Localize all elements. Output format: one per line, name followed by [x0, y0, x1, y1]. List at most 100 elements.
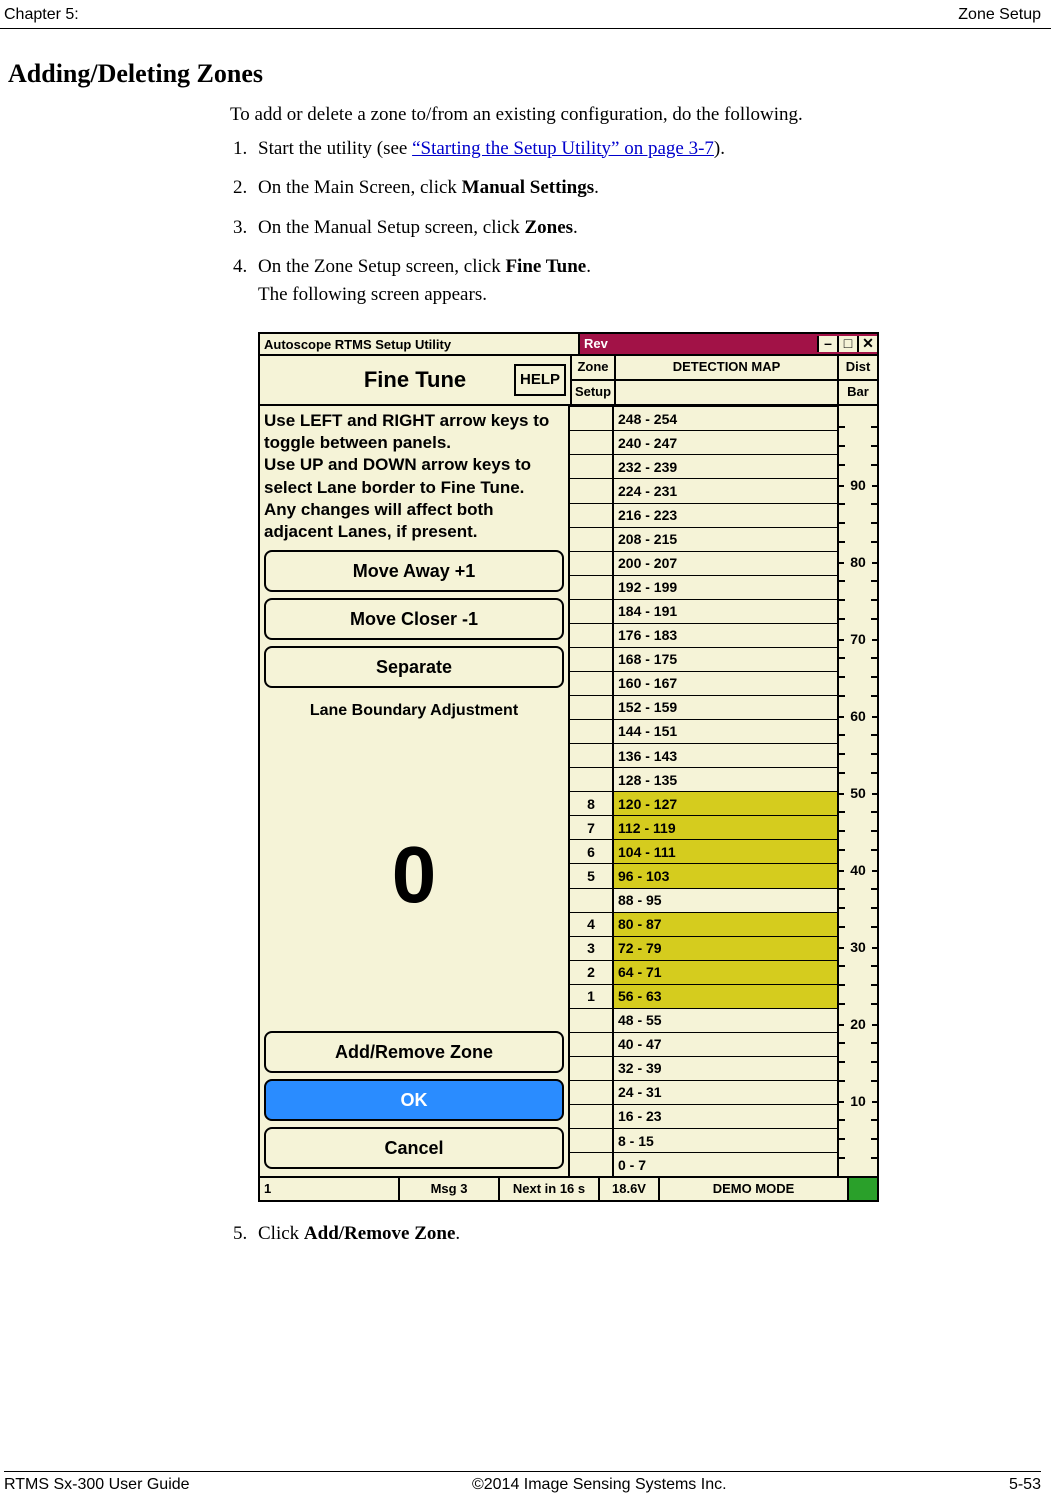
status-indicator-icon: [849, 1178, 877, 1200]
range-cell[interactable]: 96 - 103: [614, 863, 837, 887]
range-cell[interactable]: 192 - 199: [614, 575, 837, 599]
zone-cell: 6: [570, 839, 612, 863]
range-cell[interactable]: 136 - 143: [614, 743, 837, 767]
range-cell[interactable]: 216 - 223: [614, 503, 837, 527]
lba-label: Lane Boundary Adjustment: [264, 699, 564, 722]
range-cell[interactable]: 0 - 7: [614, 1152, 837, 1176]
footer-left: RTMS Sx-300 User Guide: [4, 1476, 190, 1494]
zone-cell: [570, 623, 612, 647]
minimize-icon[interactable]: –: [817, 336, 837, 352]
cancel-button[interactable]: Cancel: [264, 1127, 564, 1169]
zone-cell: [570, 743, 612, 767]
zone-cell: [570, 454, 612, 478]
zone-cell: 4: [570, 912, 612, 936]
page-footer: RTMS Sx-300 User Guide ©2014 Image Sensi…: [4, 1471, 1041, 1494]
range-cell[interactable]: 8 - 15: [614, 1128, 837, 1152]
detection-map-header: DETECTION MAP: [616, 356, 837, 381]
range-cell[interactable]: 168 - 175: [614, 647, 837, 671]
range-cell[interactable]: 144 - 151: [614, 719, 837, 743]
window-title: Autoscope RTMS Setup Utility: [260, 334, 580, 356]
move-closer-button[interactable]: Move Closer -1: [264, 598, 564, 640]
zone-cell: 7: [570, 815, 612, 839]
range-cell[interactable]: 56 - 63: [614, 984, 837, 1008]
maximize-icon[interactable]: □: [837, 336, 857, 352]
range-cell[interactable]: 16 - 23: [614, 1104, 837, 1128]
zone-cell: 8: [570, 791, 612, 815]
range-cell[interactable]: 224 - 231: [614, 478, 837, 502]
zone-cell: [570, 575, 612, 599]
step-1: Start the utility (see “Starting the Set…: [252, 135, 1011, 163]
dist-tick: 70: [839, 629, 877, 649]
range-cell[interactable]: 232 - 239: [614, 454, 837, 478]
zone-cell: [570, 1032, 612, 1056]
range-cell[interactable]: 104 - 111: [614, 839, 837, 863]
close-icon[interactable]: ✕: [857, 336, 877, 352]
zone-cell: [570, 671, 612, 695]
range-cell[interactable]: 160 - 167: [614, 671, 837, 695]
intro-text: To add or delete a zone to/from an exist…: [230, 101, 1011, 129]
zone-cell: [570, 767, 612, 791]
range-cell[interactable]: 40 - 47: [614, 1032, 837, 1056]
chapter-topic: Zone Setup: [958, 6, 1041, 24]
range-cell[interactable]: 200 - 207: [614, 551, 837, 575]
range-cell[interactable]: 64 - 71: [614, 960, 837, 984]
dist-header: Dist: [839, 356, 877, 381]
rev-label: Rev: [584, 335, 608, 354]
zone-cell: 5: [570, 863, 612, 887]
range-column: 0 - 78 - 1516 - 2324 - 3132 - 3940 - 474…: [614, 406, 839, 1176]
step-3: On the Manual Setup screen, click Zones.: [252, 214, 1011, 242]
help-button[interactable]: HELP: [514, 364, 566, 396]
status-mode: DEMO MODE: [660, 1178, 849, 1200]
setup-header: Setup: [572, 381, 614, 404]
zone-cell: [570, 1080, 612, 1104]
dist-tick: 50: [839, 783, 877, 803]
dist-tick: 20: [839, 1014, 877, 1034]
zone-number-column: 12345678: [570, 406, 614, 1176]
range-cell[interactable]: 128 - 135: [614, 767, 837, 791]
range-cell[interactable]: 176 - 183: [614, 623, 837, 647]
zone-cell: [570, 695, 612, 719]
range-cell[interactable]: 112 - 119: [614, 815, 837, 839]
range-cell[interactable]: 240 - 247: [614, 430, 837, 454]
section-heading: Adding/Deleting Zones: [8, 59, 1051, 89]
zone-cell: [570, 1152, 612, 1176]
range-cell[interactable]: 72 - 79: [614, 936, 837, 960]
range-cell[interactable]: 248 - 254: [614, 406, 837, 430]
range-cell[interactable]: 32 - 39: [614, 1056, 837, 1080]
ok-button[interactable]: OK: [264, 1079, 564, 1121]
zone-cell: [570, 1104, 612, 1128]
zone-cell: [570, 503, 612, 527]
start-utility-link[interactable]: “Starting the Setup Utility” on page 3-7: [412, 138, 714, 159]
zone-cell: [570, 430, 612, 454]
step-2: On the Main Screen, click Manual Setting…: [252, 174, 1011, 202]
footer-center: ©2014 Image Sensing Systems Inc.: [472, 1476, 727, 1494]
footer-right: 5-53: [1009, 1476, 1041, 1494]
status-voltage: 18.6V: [600, 1178, 660, 1200]
status-left: 1: [260, 1178, 400, 1200]
range-cell[interactable]: 80 - 87: [614, 912, 837, 936]
range-cell[interactable]: 120 - 127: [614, 791, 837, 815]
dist-tick: 90: [839, 475, 877, 495]
zone-cell: [570, 599, 612, 623]
dist-tick: 40: [839, 860, 877, 880]
fine-tune-title: Fine Tune: [364, 364, 466, 396]
zone-cell: [570, 1056, 612, 1080]
zone-header: Zone: [572, 356, 614, 381]
lba-value: 0: [264, 730, 564, 1020]
range-cell[interactable]: 24 - 31: [614, 1080, 837, 1104]
move-away-button[interactable]: Move Away +1: [264, 550, 564, 592]
instructions-text: Use LEFT and RIGHT arrow keys to toggle …: [264, 410, 564, 543]
add-remove-zone-button[interactable]: Add/Remove Zone: [264, 1031, 564, 1073]
fine-tune-screenshot: Autoscope RTMS Setup Utility Rev – □ ✕: [258, 332, 879, 1202]
chapter-label: Chapter 5:: [4, 6, 79, 24]
range-cell[interactable]: 208 - 215: [614, 527, 837, 551]
range-cell[interactable]: 88 - 95: [614, 888, 837, 912]
range-cell[interactable]: 184 - 191: [614, 599, 837, 623]
dist-tick: 30: [839, 937, 877, 957]
separate-button[interactable]: Separate: [264, 646, 564, 688]
dist-tick: 80: [839, 552, 877, 572]
range-cell[interactable]: 152 - 159: [614, 695, 837, 719]
range-cell[interactable]: 48 - 55: [614, 1008, 837, 1032]
dist-tick: 60: [839, 706, 877, 726]
zone-cell: [570, 478, 612, 502]
